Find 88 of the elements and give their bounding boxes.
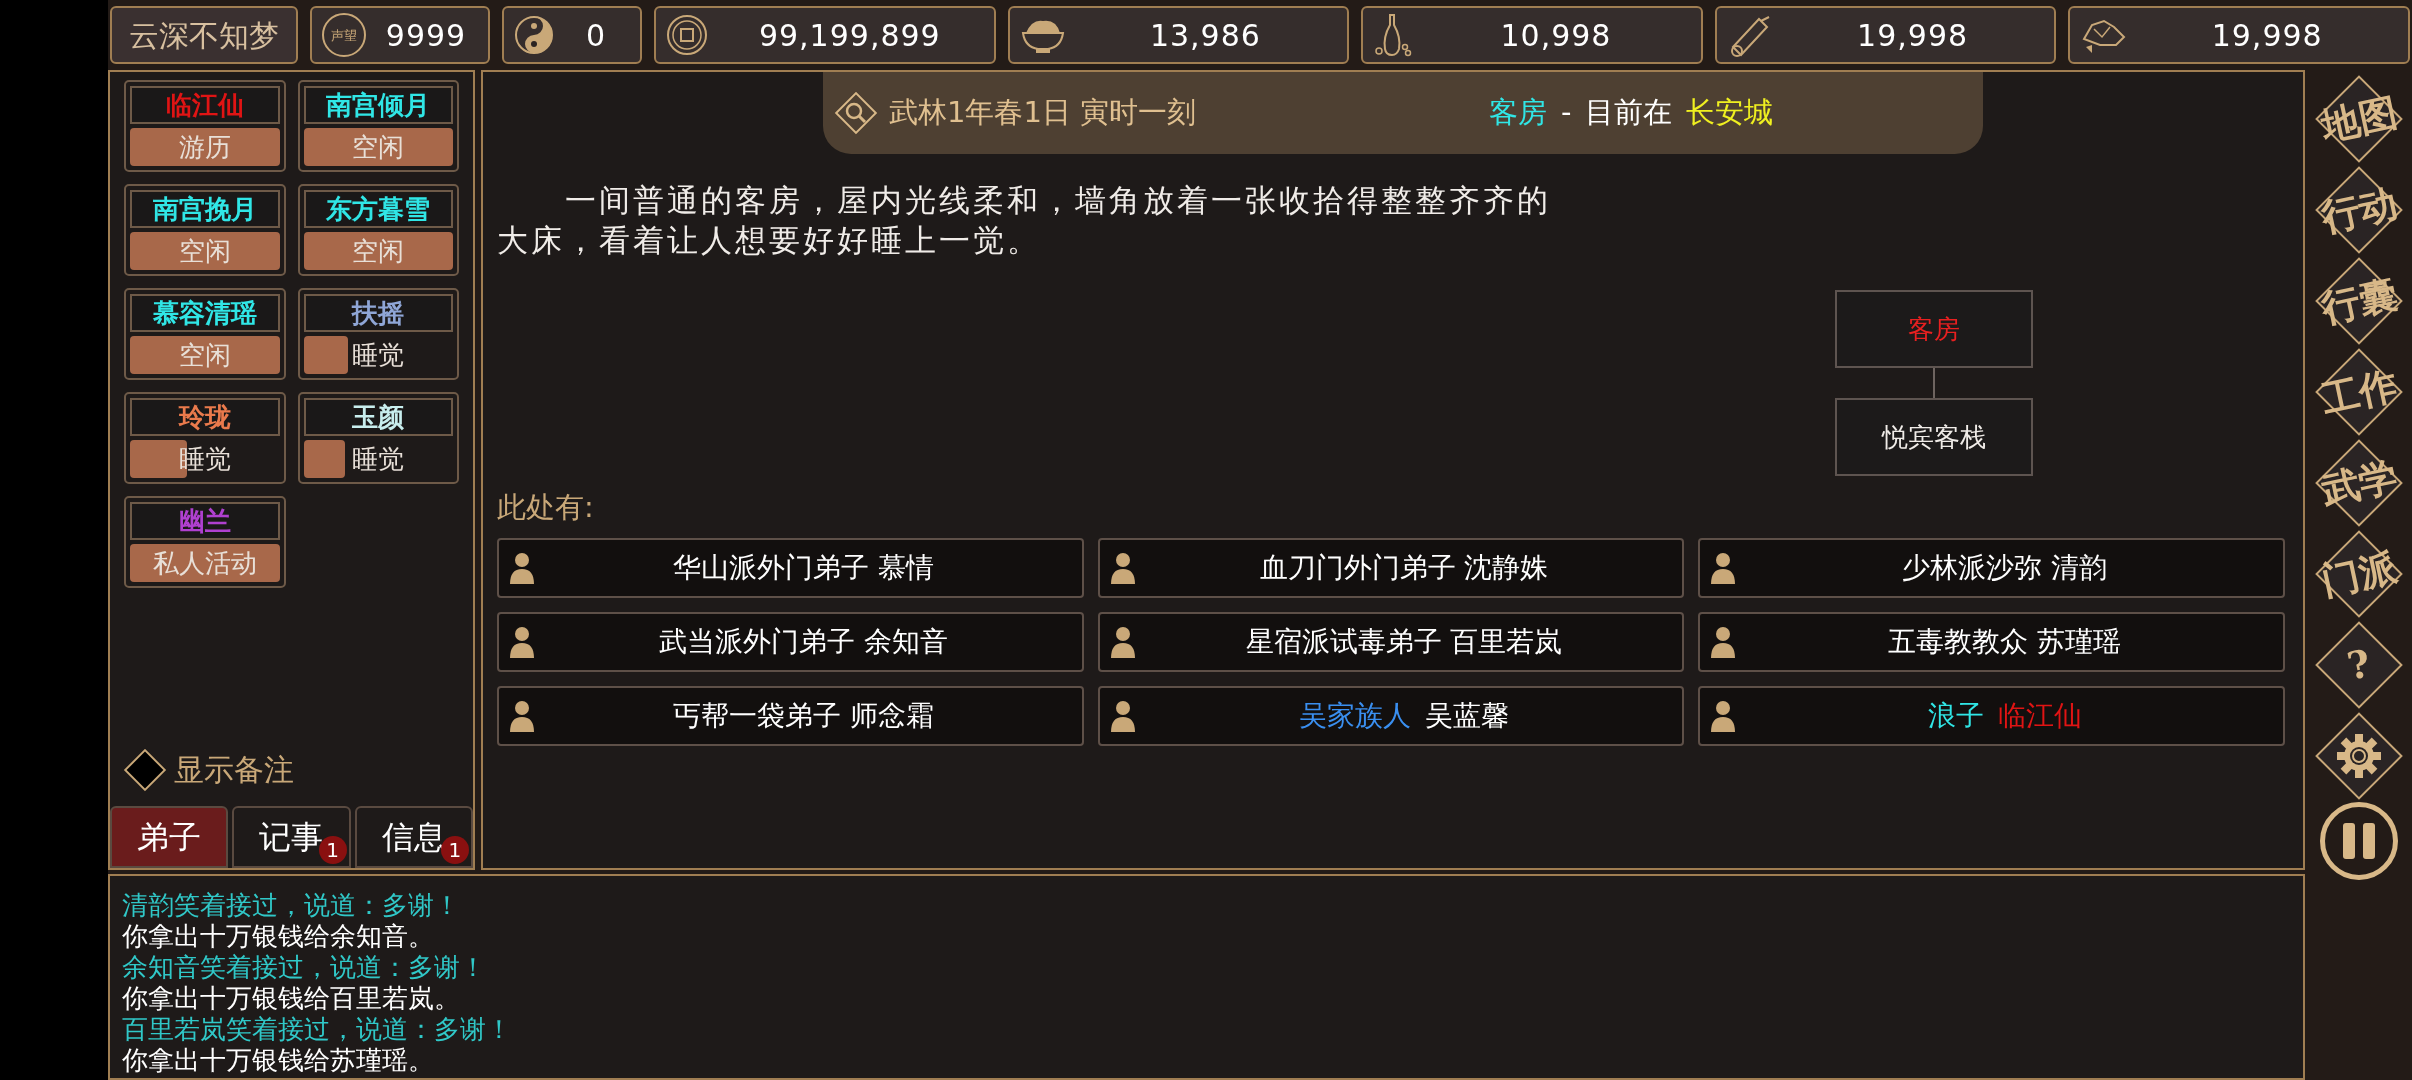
map-room-node[interactable]: 悦宾客栈: [1835, 398, 2033, 476]
log-line: 你拿出十万银钱给苏瑾瑶。: [122, 1045, 435, 1076]
resource-value: 9999: [384, 16, 468, 55]
location-text: -: [1561, 94, 1572, 132]
room-description: 一间普通的客房，屋内光线柔和，墙角放着一张收拾得整整齐齐的大床，看着让人想要好好睡上一觉。: [497, 181, 1552, 260]
npc-name: 吴蓝馨: [1425, 697, 1509, 734]
npc-button[interactable]: 武当派外门弟子 余知音: [497, 611, 1084, 672]
pause-button[interactable]: [2319, 802, 2398, 880]
npc-button[interactable]: 五毒教教众 苏瑾瑶: [1698, 611, 2285, 672]
status-text: 游历: [177, 130, 232, 164]
panel-tab[interactable]: 弟子: [110, 806, 229, 868]
disciple-card[interactable]: 临江仙 游历: [124, 80, 286, 172]
reputation-seal-icon: 声望: [322, 13, 366, 57]
npc-button[interactable]: 血刀门外门弟子 沈静姝: [1097, 537, 1685, 598]
person-icon: [509, 625, 535, 658]
disciple-card[interactable]: 玉颜 睡觉: [297, 392, 459, 484]
notification-badge: 1: [441, 836, 469, 864]
menu-button[interactable]: 行囊: [2313, 256, 2404, 346]
resource-value: 19,998: [2210, 16, 2324, 55]
npc-name: 星宿派试毒弟子 百里若岚: [1245, 623, 1563, 660]
coin-icon: [666, 14, 708, 56]
status-text: 私人活动: [151, 546, 258, 580]
person-icon: [1109, 625, 1136, 658]
npc-button[interactable]: 浪子 临江仙: [1698, 685, 2285, 746]
disciple-card[interactable]: 东方暮雪 空闲: [297, 184, 459, 276]
disciple-name: 扶摇: [303, 294, 453, 332]
log-line: 你拿出十万银钱给余知音。: [122, 921, 435, 952]
person-icon: [509, 699, 535, 732]
game-title: 云深不知梦: [110, 6, 298, 64]
disciple-name: 玉颜: [303, 398, 453, 436]
npc-name: 华山派外门弟子 慕情: [672, 549, 934, 586]
settings-icon: [2335, 733, 2382, 779]
npc-name: 临江仙: [1997, 697, 2082, 734]
disciple-card[interactable]: 慕容清瑶 空闲: [124, 288, 286, 380]
disciple-card[interactable]: 幽兰 私人活动: [124, 496, 286, 588]
location-text: 客房: [1489, 94, 1547, 132]
npc-name: 血刀门外门弟子 沈静姝: [1259, 549, 1549, 586]
map-room-node[interactable]: 客房: [1835, 290, 2033, 368]
disciple-name: 南宫倾月: [303, 86, 453, 124]
gourd-bottle-icon: [1373, 13, 1414, 57]
npc-name: 五毒教教众 苏瑾瑶: [1888, 623, 2122, 660]
disciple-name: 南宫挽月: [130, 190, 280, 228]
status-text: 空闲: [177, 338, 232, 372]
person-icon: [1109, 551, 1136, 584]
log-line: 百里若岚笑着接过，说道：多谢！: [122, 1014, 513, 1045]
disciple-name: 慕容清瑶: [130, 294, 280, 332]
person-icon: [509, 551, 535, 584]
status-text: 空闲: [351, 234, 406, 268]
yin-yang-icon: [514, 15, 554, 55]
person-icon: [1710, 699, 1737, 732]
status-text: 睡觉: [351, 442, 406, 476]
status-text: 睡觉: [351, 338, 406, 372]
disciple-name: 东方暮雪: [303, 190, 453, 228]
show-notes-label: 显示备注: [174, 751, 294, 789]
npc-button[interactable]: 华山派外门弟子 慕情: [497, 537, 1084, 598]
resource-value: 13,986: [1148, 16, 1262, 55]
npc-button[interactable]: 吴家族人 吴蓝馨: [1097, 685, 1685, 746]
disciple-name: 玲珑: [130, 398, 280, 436]
person-icon: [1710, 551, 1737, 584]
npc-name: 武当派外门弟子 余知音: [658, 623, 948, 660]
npc-name: 少林派沙弥 清韵: [1902, 549, 2108, 586]
person-icon: [1710, 625, 1737, 658]
disciple-card[interactable]: 扶摇 睡觉: [297, 288, 459, 380]
resource-value: 99,199,899: [757, 16, 942, 55]
log-line: 余知音笑着接过，说道：多谢！: [122, 952, 487, 983]
resource-value: 19,998: [1856, 16, 1970, 55]
magnifier-icon: [833, 90, 879, 136]
location-text: 目前在: [1585, 94, 1673, 132]
person-icon: [1109, 699, 1136, 732]
game-date: 武林1年春1日 寅时一刻: [889, 94, 1198, 132]
disciple-name: 临江仙: [130, 86, 280, 124]
disciple-name: 幽兰: [130, 502, 280, 540]
npc-button[interactable]: 丐帮一袋弟子 师念霜: [497, 685, 1084, 746]
status-text: 空闲: [177, 234, 232, 268]
npc-button[interactable]: 星宿派试毒弟子 百里若岚: [1097, 611, 1685, 672]
npc-name: 浪子: [1927, 697, 1984, 734]
log-line: 你拿出十万银钱给百里若岚。: [122, 983, 461, 1014]
location-text: 长安城: [1686, 94, 1774, 132]
present-label: 此处有:: [497, 489, 595, 526]
npc-name: 吴家族人: [1299, 697, 1411, 734]
log-line: 清韵笑着接过，说道：多谢！: [122, 890, 461, 921]
resource-value: 10,998: [1499, 16, 1613, 55]
npc-button[interactable]: 少林派沙弥 清韵: [1698, 537, 2285, 598]
disciple-card[interactable]: 南宫挽月 空闲: [124, 184, 286, 276]
disciple-card[interactable]: 南宫倾月 空闲: [297, 80, 459, 172]
status-text: 空闲: [351, 130, 406, 164]
resource-value: 0: [584, 16, 608, 55]
npc-name: 丐帮一袋弟子 师念霜: [672, 697, 934, 734]
